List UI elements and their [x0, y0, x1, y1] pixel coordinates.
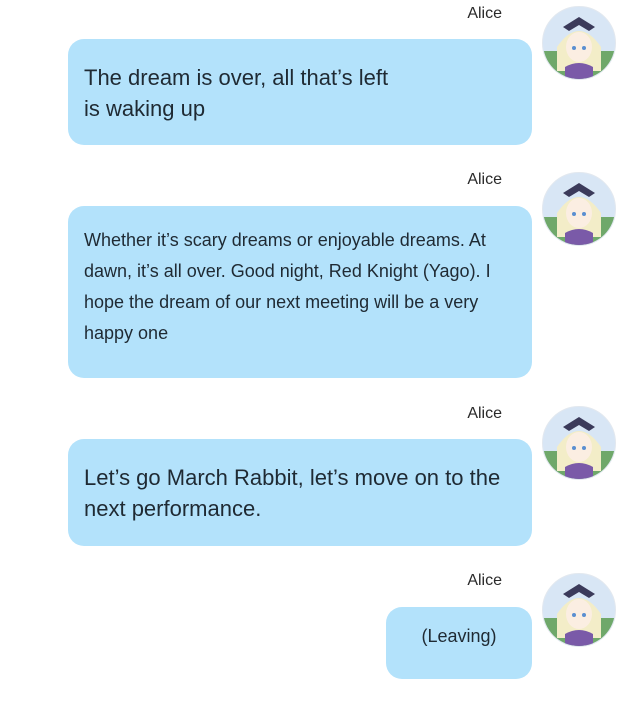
chat-message: Alice Let’s go March Rabbit, let’s move … — [0, 400, 640, 550]
alice-avatar-icon — [543, 574, 615, 646]
sender-name: Alice — [467, 572, 502, 589]
avatar[interactable] — [542, 406, 616, 480]
sender-name: Alice — [467, 5, 502, 22]
avatar[interactable] — [542, 6, 616, 80]
chat-message: Alice (Leaving) — [0, 567, 640, 687]
avatar[interactable] — [542, 573, 616, 647]
sender-name: Alice — [467, 171, 502, 188]
chat-message: Alice Whether it’s scary dreams or enjoy… — [0, 166, 640, 386]
message-text: Whether it’s scary dreams or enjoyable d… — [84, 230, 491, 343]
message-bubble[interactable]: Let’s go March Rabbit, let’s move on to … — [68, 439, 532, 546]
message-bubble[interactable]: Whether it’s scary dreams or enjoyable d… — [68, 206, 532, 378]
chat-message: Alice The dream is over, all that’s left… — [0, 0, 640, 160]
alice-avatar-icon — [543, 407, 615, 479]
message-text: The dream is over, all that’s left is wa… — [84, 65, 389, 121]
message-bubble[interactable]: (Leaving) — [386, 607, 532, 679]
alice-avatar-icon — [543, 173, 615, 245]
alice-avatar-icon — [543, 7, 615, 79]
avatar[interactable] — [542, 172, 616, 246]
message-text: Let’s go March Rabbit, let’s move on to … — [84, 465, 501, 521]
message-text: (Leaving) — [421, 626, 497, 646]
sender-name: Alice — [467, 405, 502, 422]
message-bubble[interactable]: The dream is over, all that’s left is wa… — [68, 39, 532, 145]
